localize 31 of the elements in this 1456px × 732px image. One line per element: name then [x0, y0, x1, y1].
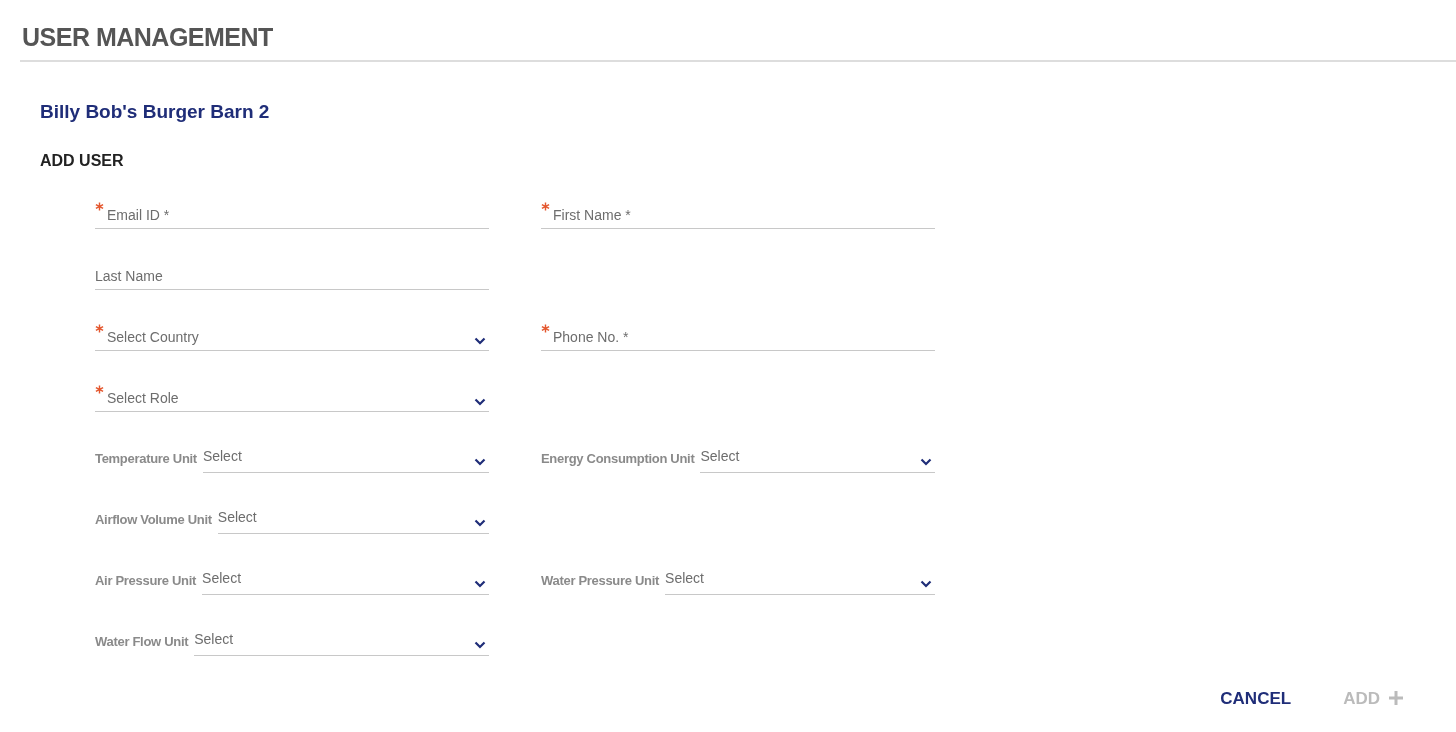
input-field[interactable]: Email ID *	[95, 190, 489, 229]
field-label: Energy Consumption Unit	[541, 450, 695, 468]
field-label: Temperature Unit	[95, 450, 197, 468]
dropdown-field[interactable]: Select	[665, 556, 935, 595]
input-field[interactable]: Last Name	[95, 251, 489, 290]
cancel-button[interactable]: CANCEL	[1220, 685, 1292, 711]
field-label: Air Pressure Unit	[95, 572, 197, 590]
dropdown-field[interactable]: Select	[202, 556, 489, 595]
dropdown-field[interactable]: Select	[202, 434, 489, 473]
page-title: USER MANAGEMENT	[22, 22, 274, 52]
dropdown-field[interactable]: Select	[194, 617, 489, 656]
chevron-down-icon	[920, 457, 932, 466]
site-name: Billy Bob's Burger Barn 2	[40, 100, 271, 124]
chevron-down-icon	[474, 518, 486, 527]
input-field[interactable]: First Name *	[541, 190, 935, 229]
dropdown-field[interactable]: Select	[700, 434, 935, 473]
plus-icon	[1388, 690, 1404, 707]
form-title: ADD USER	[40, 150, 125, 171]
chevron-down-icon	[474, 336, 486, 345]
field-label: Airflow Volume Unit	[95, 511, 212, 529]
field-label: Water Pressure Unit	[541, 572, 660, 590]
chevron-down-icon	[920, 579, 932, 588]
field-label: Water Flow Unit	[95, 633, 189, 651]
chevron-down-icon	[474, 457, 486, 466]
chevron-down-icon	[474, 397, 486, 406]
chevron-down-icon	[474, 579, 486, 588]
input-field[interactable]: Phone No. *	[541, 312, 935, 351]
dropdown-field[interactable]: Select Role	[95, 373, 489, 412]
dropdown-field[interactable]: Select Country	[95, 312, 489, 351]
chevron-down-icon	[474, 640, 486, 649]
dropdown-field[interactable]: Select	[217, 495, 489, 534]
